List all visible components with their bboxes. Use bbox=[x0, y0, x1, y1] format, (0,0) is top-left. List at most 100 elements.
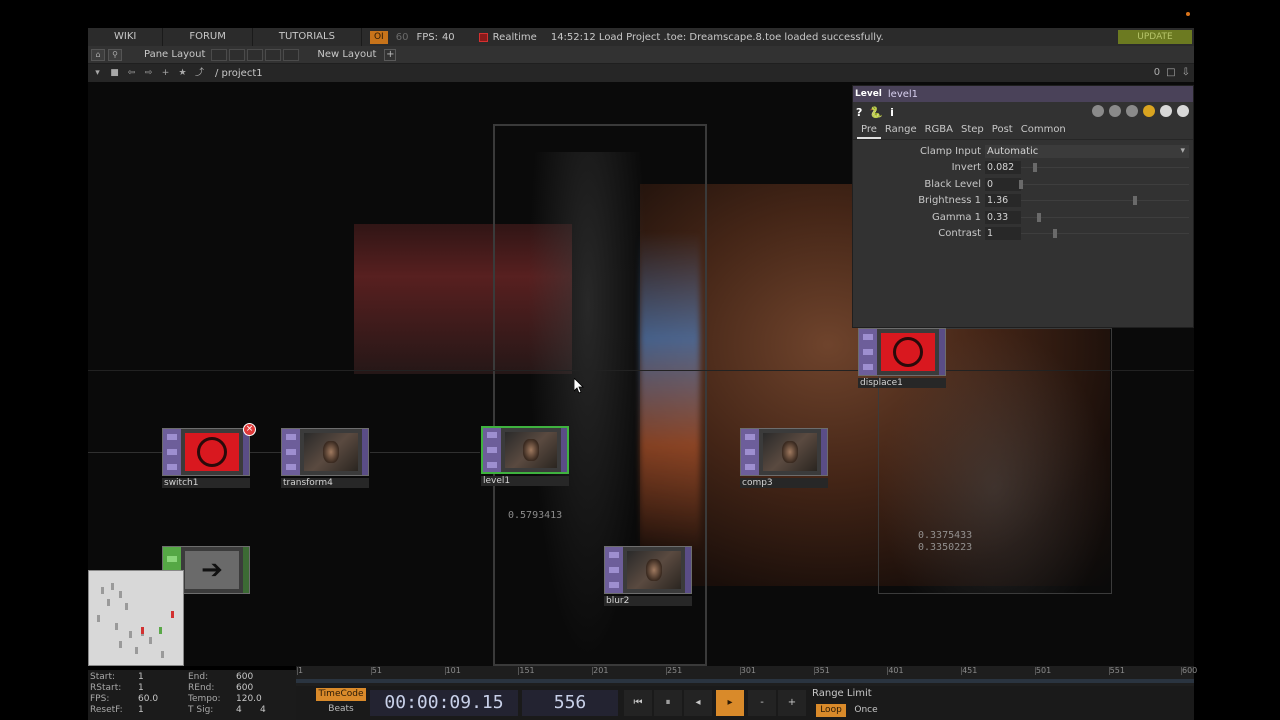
timeline-range-bar[interactable] bbox=[296, 679, 1194, 683]
tab-common[interactable]: Common bbox=[1017, 122, 1070, 139]
op-output[interactable] bbox=[685, 547, 691, 593]
contrast-slider[interactable] bbox=[1021, 227, 1189, 240]
layout-single-icon[interactable] bbox=[211, 48, 228, 61]
black-level-slider[interactable] bbox=[1019, 178, 1189, 191]
op-transform4[interactable]: transform4 bbox=[281, 428, 369, 488]
op-inputs[interactable] bbox=[163, 429, 181, 475]
gamma-slider[interactable] bbox=[1021, 211, 1189, 224]
wiki-menu[interactable]: WIKI bbox=[88, 28, 164, 46]
maximize-icon[interactable]: □ bbox=[1166, 67, 1175, 78]
help-icon[interactable]: ? bbox=[856, 106, 862, 119]
pause-icon[interactable]: ⏸ bbox=[654, 690, 682, 716]
python-icon[interactable]: 🐍 bbox=[869, 106, 883, 119]
rewind-icon[interactable]: ⏮ bbox=[624, 690, 652, 716]
op-output[interactable] bbox=[821, 429, 827, 475]
op-output[interactable] bbox=[243, 547, 249, 593]
tsig-numerator[interactable]: 4 bbox=[236, 705, 260, 716]
gamma-field[interactable]: 0.33 bbox=[985, 210, 1021, 224]
star-icon[interactable]: ★ bbox=[175, 67, 190, 79]
op-inputs[interactable] bbox=[282, 429, 300, 475]
rend-value[interactable]: 600 bbox=[236, 683, 253, 694]
frame-display[interactable]: 556 bbox=[522, 690, 618, 716]
bypass-icon[interactable] bbox=[1126, 105, 1138, 117]
add-icon[interactable]: + bbox=[158, 67, 173, 79]
op-name-field[interactable]: level1 bbox=[888, 89, 918, 100]
network-path[interactable]: / project1 bbox=[215, 68, 263, 79]
layout-quad-icon[interactable] bbox=[265, 48, 282, 61]
op-inputs[interactable] bbox=[605, 547, 623, 593]
op-output[interactable] bbox=[939, 329, 945, 375]
beats-toggle[interactable]: Beats bbox=[316, 703, 366, 716]
op-name[interactable]: transform4 bbox=[281, 478, 369, 488]
timecode-toggle[interactable]: TimeCode bbox=[316, 688, 366, 701]
op-name[interactable]: comp3 bbox=[740, 478, 828, 488]
layout-grid-icon[interactable] bbox=[283, 48, 300, 61]
slider-knob[interactable] bbox=[1052, 229, 1057, 238]
add-icon[interactable] bbox=[1160, 105, 1172, 117]
timecode-display[interactable]: 00:00:09.15 bbox=[370, 690, 518, 716]
collapse-icon[interactable]: ⇩ bbox=[1182, 67, 1190, 78]
op-level1[interactable]: level1 bbox=[481, 426, 569, 486]
op-switch1[interactable]: × switch1 bbox=[162, 423, 256, 488]
op-inputs[interactable] bbox=[483, 428, 501, 472]
loop-button[interactable]: Loop bbox=[816, 704, 846, 717]
edit-icon[interactable] bbox=[1092, 105, 1104, 117]
invert-field[interactable]: 0.082 bbox=[985, 161, 1021, 174]
op-output[interactable] bbox=[362, 429, 368, 475]
home-icon[interactable]: ⌂ bbox=[91, 48, 105, 61]
op-comp3[interactable]: comp3 bbox=[740, 428, 828, 488]
brightness-slider[interactable] bbox=[1021, 194, 1189, 207]
op-name[interactable]: displace1 bbox=[858, 378, 946, 388]
op-name[interactable]: blur2 bbox=[604, 596, 692, 606]
tab-rgba[interactable]: RGBA bbox=[921, 122, 957, 139]
slider-knob[interactable] bbox=[1037, 212, 1042, 222]
error-icon[interactable]: × bbox=[243, 423, 256, 436]
tempo-value[interactable]: 120.0 bbox=[236, 694, 262, 705]
tab-step[interactable]: Step bbox=[957, 122, 988, 139]
comment-icon[interactable] bbox=[1109, 105, 1121, 117]
brightness-field[interactable]: 1.36 bbox=[985, 194, 1021, 207]
network-minimap[interactable] bbox=[88, 570, 184, 666]
start-value[interactable]: 1 bbox=[138, 672, 144, 683]
invert-slider[interactable] bbox=[1021, 161, 1189, 174]
resetf-value[interactable]: 1 bbox=[138, 705, 144, 716]
update-button[interactable]: UPDATE bbox=[1118, 30, 1192, 44]
once-button[interactable]: Once bbox=[850, 704, 882, 717]
pin-icon[interactable]: ⚲ bbox=[108, 48, 122, 61]
op-name[interactable]: switch1 bbox=[162, 478, 250, 488]
tab-pre[interactable]: Pre bbox=[857, 122, 881, 139]
rstart-value[interactable]: 1 bbox=[138, 683, 144, 694]
tab-range[interactable]: Range bbox=[881, 122, 921, 139]
slider-knob[interactable] bbox=[1032, 163, 1037, 172]
play-icon[interactable]: ▸ bbox=[716, 690, 744, 716]
step-plus-icon[interactable]: + bbox=[778, 690, 806, 716]
step-minus-icon[interactable]: - bbox=[748, 690, 776, 716]
info-icon[interactable]: i bbox=[890, 106, 894, 119]
slider-knob[interactable] bbox=[1019, 179, 1023, 189]
forward-icon[interactable]: ⇨ bbox=[141, 67, 156, 79]
op-name[interactable]: level1 bbox=[481, 476, 569, 486]
op-inputs[interactable] bbox=[859, 329, 877, 375]
fps-value[interactable]: 60.0 bbox=[138, 694, 158, 705]
tutorials-menu[interactable]: TUTORIALS bbox=[253, 28, 362, 46]
back-icon[interactable]: ⇦ bbox=[124, 67, 139, 79]
op-inputs[interactable] bbox=[741, 429, 759, 475]
menu-down-icon[interactable]: ▾ bbox=[90, 67, 105, 79]
add-layout-button[interactable]: + bbox=[384, 48, 397, 61]
fps-cap-button[interactable]: 60 bbox=[396, 32, 409, 43]
clamp-input-menu[interactable]: Automatic bbox=[985, 144, 1189, 158]
forum-menu[interactable]: FORUM bbox=[163, 28, 253, 46]
op-output[interactable] bbox=[561, 428, 567, 472]
timeline-ruler[interactable]: 1 51 101 151 201 251 301 351 401 451 501 551 600 bbox=[296, 666, 1197, 686]
new-layout-label[interactable]: New Layout bbox=[317, 49, 376, 60]
op-blur2[interactable]: blur2 bbox=[604, 546, 692, 606]
viewer-icon[interactable] bbox=[1177, 105, 1189, 117]
contrast-field[interactable]: 1 bbox=[985, 227, 1021, 240]
tab-post[interactable]: Post bbox=[988, 122, 1017, 139]
up-folder-icon[interactable]: ⤴ bbox=[192, 67, 207, 79]
op-displace1[interactable]: displace1 bbox=[858, 328, 946, 388]
lock-icon[interactable] bbox=[1143, 105, 1155, 117]
step-back-icon[interactable]: ◂ bbox=[684, 690, 712, 716]
layout-split-icon[interactable] bbox=[229, 48, 246, 61]
black-level-field[interactable]: 0 bbox=[985, 177, 1021, 191]
